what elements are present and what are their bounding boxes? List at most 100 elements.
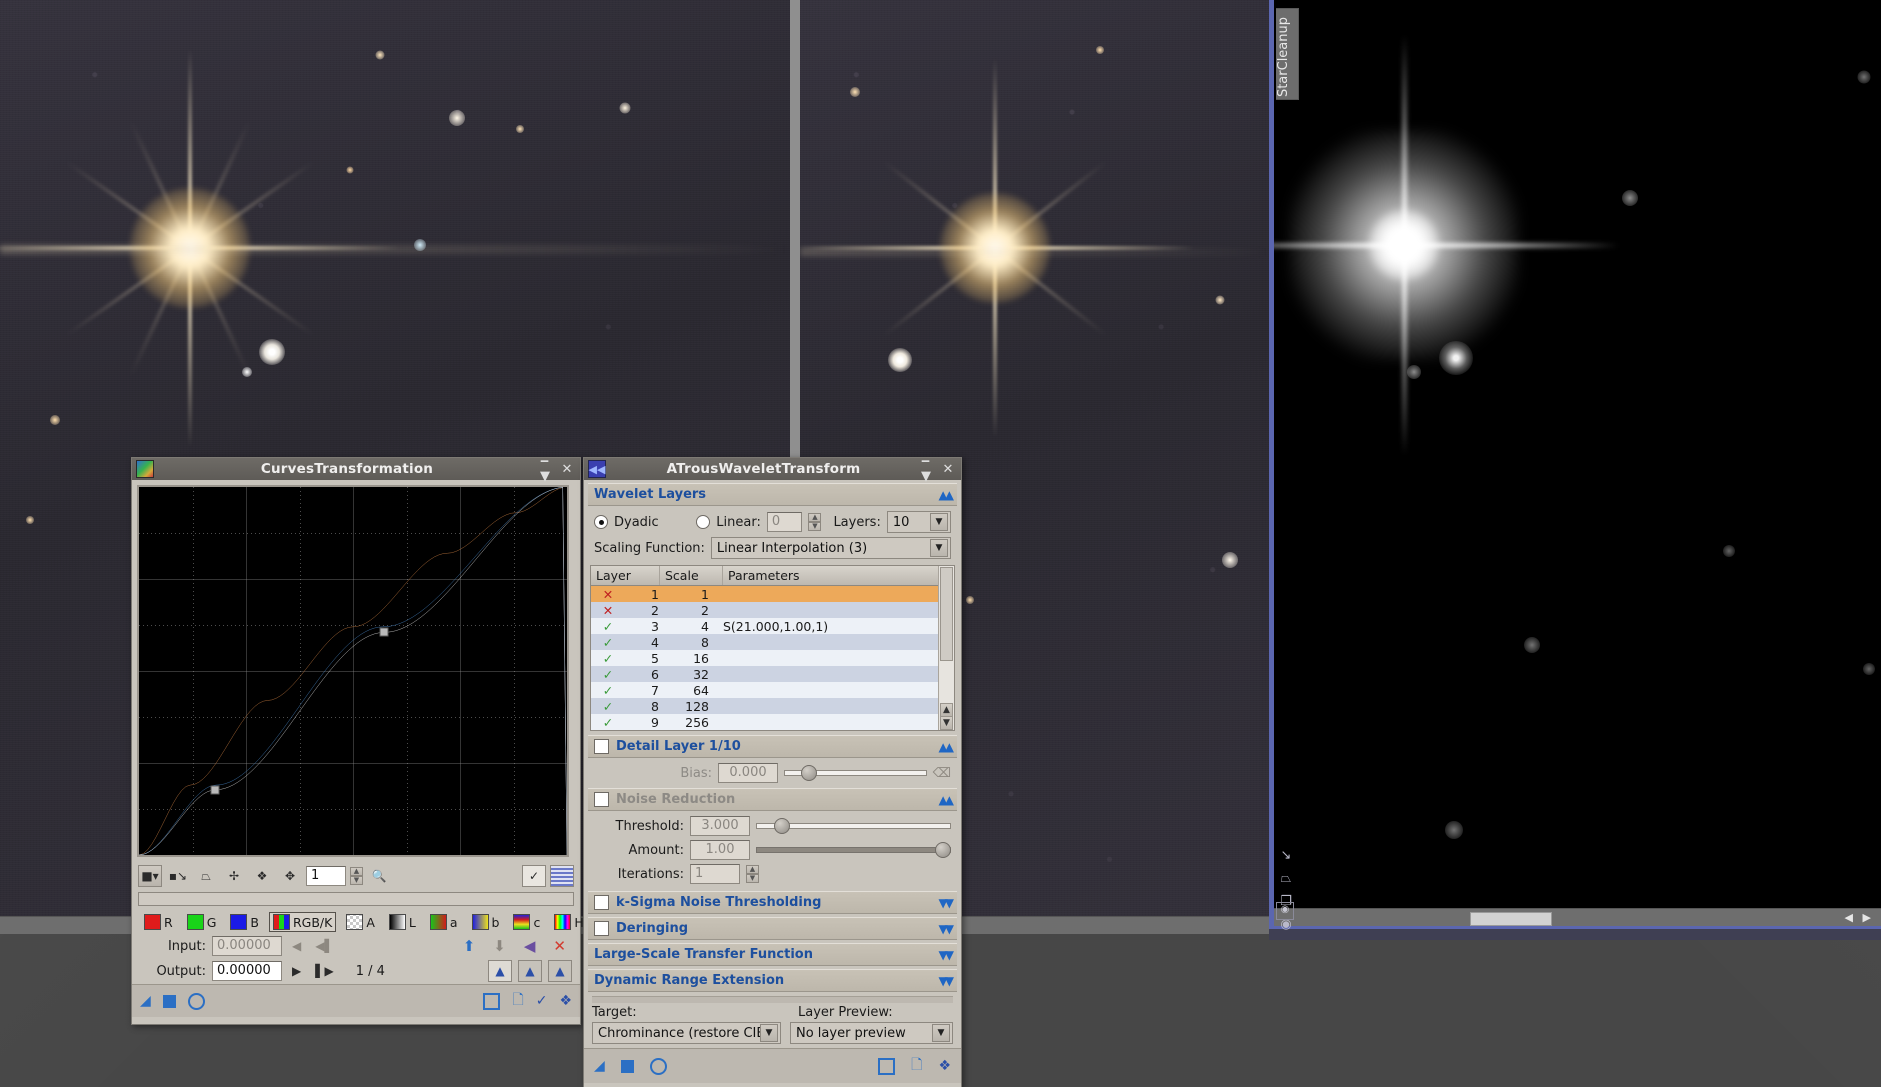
wavelet-titlebar[interactable]: ◀◀ ATrousWaveletTransform ‒▼ ✕ xyxy=(584,458,961,480)
output-value-field[interactable]: 0.00000 xyxy=(212,961,282,981)
bias-slider[interactable] xyxy=(784,766,927,780)
iterations-value-field[interactable]: 1 xyxy=(690,864,740,884)
reset-icon[interactable]: ❖ xyxy=(938,1058,951,1074)
target-combo[interactable]: Chrominance (restore CIE Y) ▼ xyxy=(592,1022,781,1044)
curve-graph[interactable] xyxy=(137,485,569,857)
reset-icon[interactable]: ❖ xyxy=(559,993,572,1009)
section-wavelet-layers[interactable]: Wavelet Layers ▲▲ xyxy=(588,483,957,506)
scrollbar-thumb[interactable] xyxy=(940,567,953,661)
channel-L[interactable]: L xyxy=(385,912,420,932)
zoom-fit-icon[interactable]: ✢ xyxy=(222,865,246,887)
realtime-preview-icon[interactable] xyxy=(650,1058,667,1075)
mask-scroll-mini[interactable]: ◉ xyxy=(1276,902,1294,920)
image-view-right[interactable] xyxy=(1274,0,1881,920)
bias-reset-icon[interactable]: ⌫ xyxy=(933,766,951,781)
section-ksigma[interactable]: k-Sigma Noise Thresholding ▼▼ xyxy=(588,891,957,914)
close-icon[interactable]: ✕ xyxy=(558,461,576,477)
zoom-value-field[interactable]: 1 xyxy=(306,866,346,886)
table-row[interactable]: ✕22 xyxy=(591,602,938,618)
linear-stepper[interactable]: ▲▼ xyxy=(808,513,821,531)
collapse-icon[interactable]: ‒▼ xyxy=(921,461,939,477)
linear-icon[interactable]: ▲ xyxy=(548,960,572,982)
apply-global-icon[interactable] xyxy=(163,995,176,1008)
import-icon[interactable]: ⬇ xyxy=(487,937,512,955)
section-detail-layer[interactable]: Detail Layer 1/10 ▲▲ xyxy=(588,735,957,758)
layer-table-scrollbar[interactable]: ▲ ▼ xyxy=(938,566,954,730)
chevron-down-icon[interactable]: ▼▼ xyxy=(939,922,951,936)
chevron-down-icon[interactable]: ▼ xyxy=(930,513,948,531)
deringing-checkbox[interactable] xyxy=(594,921,609,936)
first-point-icon[interactable]: ◀▌ xyxy=(311,939,337,953)
layer-enabled-icon[interactable]: ✓ xyxy=(591,715,625,730)
chevron-down-icon[interactable]: ▼▼ xyxy=(939,896,951,910)
resize-icon[interactable]: ↘ xyxy=(1275,848,1297,871)
linear-value-field[interactable]: 0 xyxy=(767,512,803,532)
chevron-up-icon[interactable]: ▲▲ xyxy=(939,740,951,754)
section-large-scale-transfer[interactable]: Large-Scale Transfer Function ▼▼ xyxy=(588,943,957,966)
section-deringing[interactable]: Deringing ▼▼ xyxy=(588,917,957,940)
apply-icon[interactable]: ◢ xyxy=(140,993,151,1009)
chevron-down-icon[interactable]: ▼▼ xyxy=(939,948,951,962)
channel-c[interactable]: c xyxy=(509,912,544,932)
grid-display-icon[interactable] xyxy=(550,865,574,887)
chevron-down-icon[interactable]: ▼ xyxy=(932,1024,950,1042)
bias-value-field[interactable]: 0.000 xyxy=(718,763,778,783)
atrous-wavelet-window[interactable]: ◀◀ ATrousWaveletTransform ‒▼ ✕ Wavelet L… xyxy=(583,457,962,1087)
zoom-stepper[interactable]: ▲▼ xyxy=(350,867,363,885)
scaling-combo[interactable]: Linear Interpolation (3) ▼ xyxy=(711,537,951,559)
scroll-left-arrow[interactable]: ◀ xyxy=(1845,911,1853,924)
apply-icon[interactable]: ◢ xyxy=(594,1058,605,1074)
pan-icon[interactable]: ✥ xyxy=(278,865,302,887)
realtime-preview-icon[interactable] xyxy=(188,993,205,1010)
invert-icon[interactable]: ◀ xyxy=(518,937,542,955)
layer-disabled-icon[interactable]: ✕ xyxy=(591,587,625,602)
table-row[interactable]: ✓34S(21.000,1.00,1) xyxy=(591,618,938,634)
scrollbar-thumb[interactable] xyxy=(1470,912,1552,926)
curve-display-icon[interactable]: ✓ xyxy=(522,865,546,887)
delete-icon[interactable]: ✕ xyxy=(547,937,572,955)
restore-curve-icon[interactable]: ▪↘ xyxy=(166,865,190,887)
last-point-icon[interactable]: ▌▶ xyxy=(311,964,337,978)
threshold-slider[interactable] xyxy=(756,819,951,833)
table-row[interactable]: ✓764 xyxy=(591,682,938,698)
layer-enabled-icon[interactable]: ✓ xyxy=(591,667,625,682)
horizontal-scrollbar-right[interactable]: ◀ ▶ xyxy=(1274,908,1881,927)
curves-titlebar[interactable]: CurvesTransformation ‒▼ ✕ xyxy=(132,458,580,480)
ksigma-checkbox[interactable] xyxy=(594,895,609,910)
table-row[interactable]: ✓516 xyxy=(591,650,938,666)
vertical-tab-starcleanup[interactable]: StarCleanup xyxy=(1276,8,1299,100)
noise-reduction-checkbox[interactable] xyxy=(594,792,609,807)
channel-G[interactable]: G xyxy=(183,912,221,932)
table-row[interactable]: ✕11 xyxy=(591,586,938,602)
zoom-collapse-icon[interactable]: ❖ xyxy=(250,865,274,887)
linear-radio[interactable] xyxy=(696,515,710,529)
input-value-field[interactable]: 0.00000 xyxy=(212,936,282,956)
layer-enabled-icon[interactable]: ✓ xyxy=(591,699,625,714)
table-row[interactable]: ✓632 xyxy=(591,666,938,682)
channel-a[interactable]: a xyxy=(426,912,462,932)
target-icon[interactable]: ◉ xyxy=(1275,917,1297,940)
layer-disabled-icon[interactable]: ✕ xyxy=(591,603,625,618)
collapse-icon[interactable]: ‒▼ xyxy=(540,461,558,477)
slider-knob[interactable] xyxy=(935,842,951,858)
iterations-stepper[interactable]: ▲▼ xyxy=(746,865,759,883)
chevron-down-icon[interactable]: ▼▼ xyxy=(939,974,951,988)
chevron-down-icon[interactable]: ▼ xyxy=(760,1024,778,1042)
channel-A[interactable]: A xyxy=(342,912,379,932)
curve-control-point[interactable] xyxy=(380,628,389,637)
scroll-down-arrow[interactable]: ▼ xyxy=(940,716,953,730)
ok-icon[interactable]: ✓ xyxy=(536,993,548,1009)
browse-docs-icon[interactable]: 🗋 xyxy=(512,989,523,1013)
magnifier-icon[interactable]: 🔍 xyxy=(367,865,391,887)
akima-icon[interactable]: ▲ xyxy=(488,960,512,982)
detail-layer-checkbox[interactable] xyxy=(594,739,609,754)
chevron-up-icon[interactable]: ▲▲ xyxy=(939,488,951,502)
curve-control-point[interactable] xyxy=(211,785,220,794)
layer-preview-combo[interactable]: No layer preview ▼ xyxy=(790,1022,953,1044)
new-instance-icon[interactable] xyxy=(878,1058,895,1075)
layer-enabled-icon[interactable]: ✓ xyxy=(591,635,625,650)
layer-enabled-icon[interactable]: ✓ xyxy=(591,651,625,666)
layer-enabled-icon[interactable]: ✓ xyxy=(591,683,625,698)
table-row[interactable]: ✓8128 xyxy=(591,698,938,714)
new-instance-icon[interactable] xyxy=(483,993,500,1010)
